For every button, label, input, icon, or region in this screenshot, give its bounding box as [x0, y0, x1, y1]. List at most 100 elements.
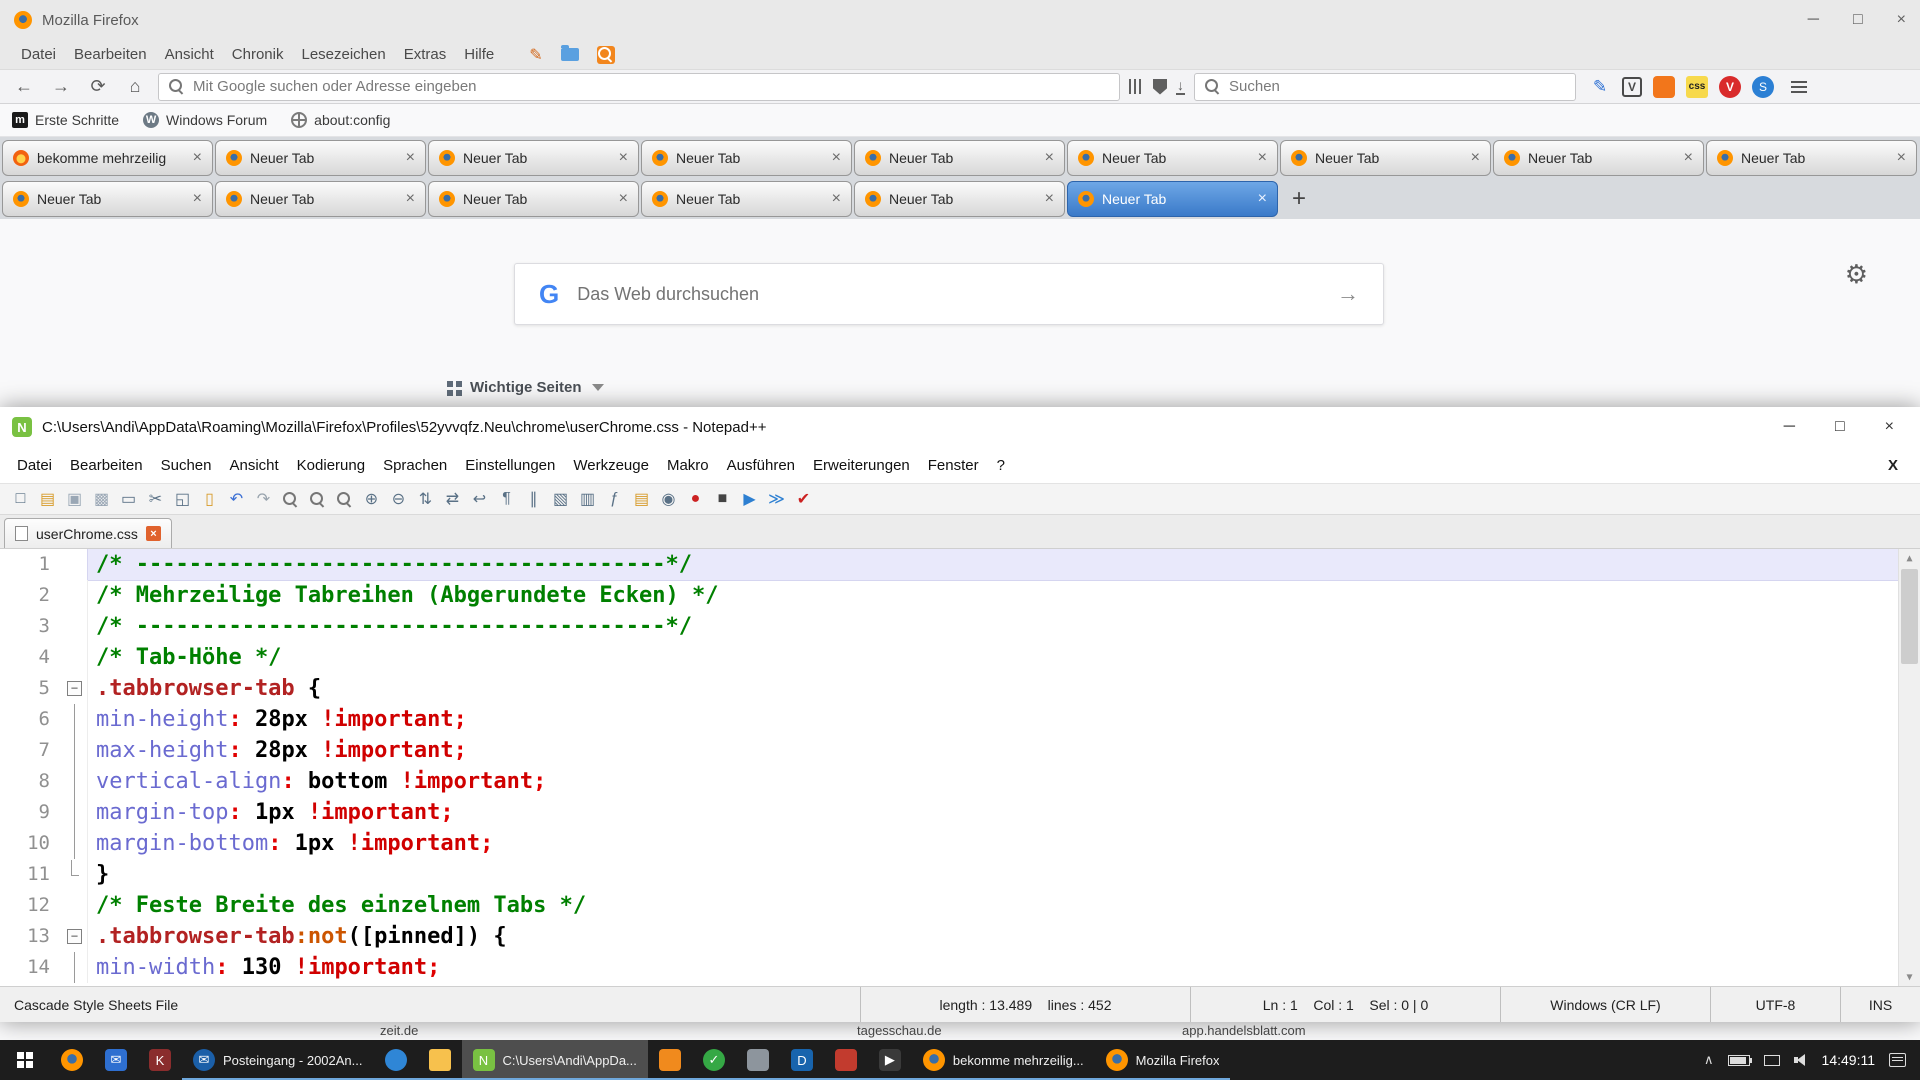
toolbar-paste-icon[interactable]: ▯	[197, 487, 222, 512]
toolbar-cut-icon[interactable]: ✂	[143, 487, 168, 512]
browser-tab[interactable]: Neuer Tab×	[854, 181, 1065, 217]
toolbar-replace-icon[interactable]	[305, 487, 330, 512]
toolbar-document-map-icon[interactable]: ▥	[575, 487, 600, 512]
firefox-menu-bearbeiten[interactable]: Bearbeiten	[65, 46, 156, 63]
code-line[interactable]: 2/* Mehrzeilige Tabreihen (Abgerundete E…	[0, 580, 1898, 611]
tab-close-icon[interactable]: ×	[406, 150, 415, 166]
menu-hamburger-icon[interactable]	[1791, 81, 1807, 93]
back-button[interactable]: ←	[10, 76, 38, 97]
tab-close-icon[interactable]: ×	[193, 191, 202, 207]
toolbar-copy-icon[interactable]: ◱	[170, 487, 195, 512]
pinned-firefox[interactable]	[50, 1040, 94, 1080]
forward-button[interactable]: →	[47, 76, 75, 97]
notepadpp-menu-werkzeuge[interactable]: Werkzeuge	[564, 457, 658, 474]
firefox-maximize-button[interactable]: □	[1853, 11, 1863, 29]
tab-close-icon[interactable]: ×	[406, 191, 415, 207]
firefox-menu-datei[interactable]: Datei	[12, 46, 65, 63]
volume-icon[interactable]	[1794, 1054, 1808, 1066]
code-line[interactable]: 7max-height: 28px !important;	[0, 735, 1898, 766]
browser-tab[interactable]: Neuer Tab×	[428, 181, 639, 217]
browser-tab[interactable]: Neuer Tab×	[215, 140, 426, 176]
css-style-extension-icon[interactable]: css	[1686, 76, 1708, 98]
code-line[interactable]: 10margin-bottom: 1px !important;	[0, 828, 1898, 859]
toolbar-open-icon[interactable]: ▤	[35, 487, 60, 512]
newtab-search-box[interactable]: G Das Web durchsuchen →	[514, 263, 1384, 325]
taskbar-button-7[interactable]: NC:\Users\Andi\AppDa...	[462, 1040, 648, 1080]
taskbar-button-14[interactable]: bekomme mehrzeilig...	[912, 1040, 1095, 1080]
downloads-icon[interactable]: ↓	[1176, 78, 1185, 95]
toolbar-new-file-icon[interactable]: □	[8, 487, 33, 512]
firefox-menu-hilfe[interactable]: Hilfe	[455, 46, 503, 63]
toolbar-indent-guide-icon[interactable]: ∥	[521, 487, 546, 512]
tab-close-icon[interactable]: ×	[1045, 191, 1054, 207]
notepadpp-menu-suchen[interactable]: Suchen	[152, 457, 221, 474]
code-line[interactable]: 5−.tabbrowser-tab {	[0, 673, 1898, 704]
scroll-down-arrow[interactable]: ▼	[1899, 968, 1920, 986]
notepadpp-menu-[interactable]: ?	[988, 457, 1014, 474]
toolbar-stop-macro-icon[interactable]: ■	[710, 487, 735, 512]
pinned-keepass[interactable]: K	[138, 1040, 182, 1080]
network-icon[interactable]	[1764, 1055, 1780, 1066]
taskbar-button-13[interactable]: ▶	[868, 1040, 912, 1080]
firefox-menu-lesezeichen[interactable]: Lesezeichen	[292, 46, 394, 63]
tab-close-icon[interactable]: ×	[1897, 150, 1906, 166]
toolbar-record-macro-icon[interactable]: ●	[683, 487, 708, 512]
taskbar-button-4[interactable]: ✉Posteingang - 2002An...	[182, 1040, 374, 1080]
tab-close-icon[interactable]: ×	[1471, 150, 1480, 166]
taskbar-button-10[interactable]	[736, 1040, 780, 1080]
status-insert-mode[interactable]: INS	[1840, 987, 1920, 1022]
tab-close-icon[interactable]: ×	[832, 191, 841, 207]
tab-close-icon[interactable]: ×	[832, 150, 841, 166]
tab-close-icon[interactable]: ×	[193, 150, 202, 166]
toolbar-monitoring-icon[interactable]: ◉	[656, 487, 681, 512]
browser-tab[interactable]: bekomme mehrzeilig×	[2, 140, 213, 176]
search-addon-icon[interactable]	[597, 46, 615, 64]
taskbar-button-11[interactable]: D	[780, 1040, 824, 1080]
toolbar-zoom-out-icon[interactable]: ⊖	[386, 487, 411, 512]
menubar-close-button[interactable]: X	[1888, 457, 1912, 474]
fold-collapse-icon[interactable]: −	[67, 929, 82, 944]
tray-expand-icon[interactable]: ∧	[1704, 1052, 1714, 1068]
blue-extension-icon[interactable]: S	[1752, 76, 1774, 98]
taskbar-button-5[interactable]	[374, 1040, 418, 1080]
taskbar-button-6[interactable]	[418, 1040, 462, 1080]
code-line[interactable]: 4/* Tab-Höhe */	[0, 642, 1898, 673]
settings-gear-icon[interactable]: ⚙	[1845, 259, 1868, 290]
toolbar-sync-horizontal-icon[interactable]: ⇄	[440, 487, 465, 512]
browser-tab[interactable]: Neuer Tab×	[1280, 140, 1491, 176]
toolbar-save-all-icon[interactable]: ▩	[89, 487, 114, 512]
code-line[interactable]: 11}	[0, 859, 1898, 890]
tab-close-icon[interactable]: ×	[619, 191, 628, 207]
toolbar-print-icon[interactable]: ▭	[116, 487, 141, 512]
battery-icon[interactable]	[1728, 1055, 1750, 1066]
taskbar-button-12[interactable]	[824, 1040, 868, 1080]
browser-tab[interactable]: Neuer Tab×	[641, 140, 852, 176]
new-tab-button[interactable]: +	[1279, 185, 1319, 213]
notepadpp-maximize-button[interactable]: □	[1835, 418, 1845, 436]
firefox-menu-extras[interactable]: Extras	[395, 46, 456, 63]
toolbar-spell-check-icon[interactable]: ✔	[791, 487, 816, 512]
toolbar-function-list-icon[interactable]: ƒ	[602, 487, 627, 512]
fold-collapse-icon[interactable]: −	[67, 681, 82, 696]
tab-close-icon[interactable]: ×	[1045, 150, 1054, 166]
edit-extension-icon[interactable]: ✎	[1589, 76, 1611, 98]
url-bar[interactable]: Mit Google suchen oder Adresse eingeben	[158, 73, 1120, 101]
pencil-icon[interactable]: ✎	[529, 45, 542, 65]
notepadpp-menu-datei[interactable]: Datei	[8, 457, 61, 474]
top-sites-heading[interactable]: Wichtige Seiten	[447, 379, 604, 396]
toolbar-show-all-characters-icon[interactable]: ¶	[494, 487, 519, 512]
toolbar-zoom-in-icon[interactable]: ⊕	[359, 487, 384, 512]
browser-tab[interactable]: Neuer Tab×	[428, 140, 639, 176]
folder-icon[interactable]	[561, 48, 579, 61]
code-line[interactable]: 8vertical-align: bottom !important;	[0, 766, 1898, 797]
taskbar-button-9[interactable]: ✓	[692, 1040, 736, 1080]
toolbar-user-defined-dialog-icon[interactable]: ▧	[548, 487, 573, 512]
status-eol-format[interactable]: Windows (CR LF)	[1500, 987, 1710, 1022]
toolbar-folder-as-workspace-icon[interactable]: ▤	[629, 487, 654, 512]
code-line[interactable]: 6min-height: 28px !important;	[0, 704, 1898, 735]
scroll-up-arrow[interactable]: ▲	[1899, 549, 1920, 567]
browser-tab[interactable]: Neuer Tab×	[1067, 181, 1278, 217]
browser-tab[interactable]: Neuer Tab×	[854, 140, 1065, 176]
search-submit-arrow-icon[interactable]: →	[1337, 281, 1359, 307]
tab-close-icon[interactable]: ×	[1684, 150, 1693, 166]
